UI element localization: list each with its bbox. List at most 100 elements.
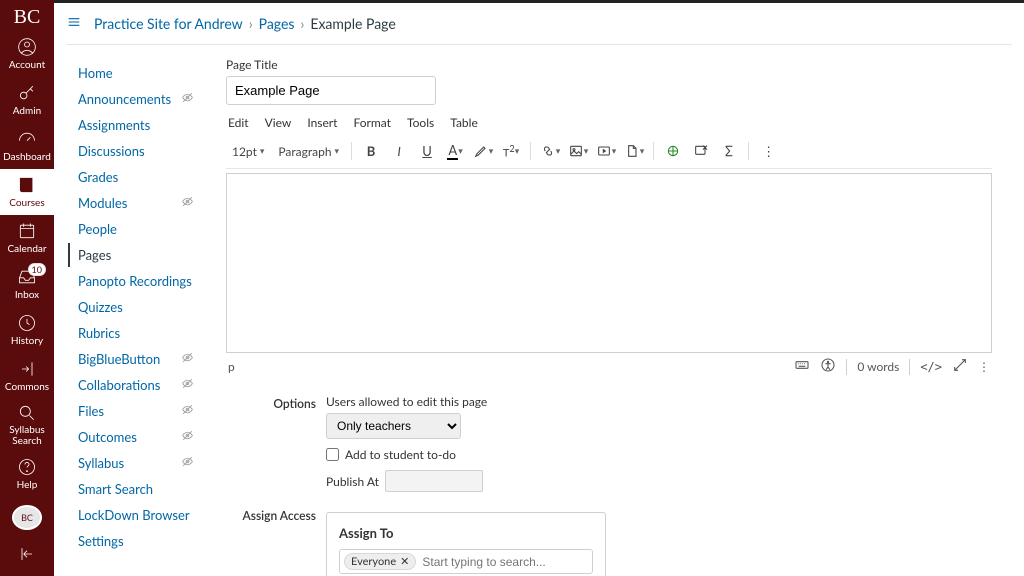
rce-menu-format[interactable]: Format bbox=[353, 115, 391, 130]
accessibility-icon bbox=[820, 357, 836, 373]
hidden-icon bbox=[181, 195, 194, 211]
gnav-syllabus-search[interactable]: Syllabus Search bbox=[0, 399, 54, 451]
course-nav-label: Syllabus bbox=[78, 455, 124, 471]
options-section: Options Users allowed to edit this page … bbox=[226, 394, 992, 492]
italic-button[interactable]: I bbox=[388, 140, 410, 162]
course-nav-discussions[interactable]: Discussions bbox=[68, 139, 200, 163]
course-nav-assignments[interactable]: Assignments bbox=[68, 113, 200, 137]
gauge-icon bbox=[17, 129, 37, 149]
highlight-color-button[interactable]: ▾ bbox=[472, 140, 494, 162]
user-avatar[interactable]: BC bbox=[12, 505, 42, 530]
link-button[interactable]: ▾ bbox=[539, 140, 561, 162]
rce-menu-view[interactable]: View bbox=[265, 115, 292, 130]
course-nav-pages[interactable]: Pages bbox=[68, 243, 200, 267]
font-size-select[interactable]: 12pt▾ bbox=[228, 142, 268, 161]
course-nav-toggle[interactable] bbox=[66, 14, 82, 33]
document-button[interactable]: ▾ bbox=[623, 140, 645, 162]
course-nav-label: Assignments bbox=[78, 117, 150, 133]
course-nav-label: Settings bbox=[78, 533, 124, 549]
course-nav-files[interactable]: Files bbox=[68, 399, 200, 423]
add-to-todo-checkbox[interactable] bbox=[326, 448, 339, 461]
course-nav-syllabus[interactable]: Syllabus bbox=[68, 451, 200, 475]
course-nav-outcomes[interactable]: Outcomes bbox=[68, 425, 200, 449]
course-nav-label: Outcomes bbox=[78, 429, 137, 445]
crumb-section[interactable]: Pages bbox=[259, 15, 295, 32]
course-nav-people[interactable]: People bbox=[68, 217, 200, 241]
rce-menu-table[interactable]: Table bbox=[450, 115, 478, 130]
assign-card: Assign To Everyone ✕ bbox=[326, 512, 606, 576]
course-nav-label: People bbox=[78, 221, 117, 237]
media-button[interactable]: ▾ bbox=[595, 140, 617, 162]
bold-button[interactable]: B bbox=[360, 140, 382, 162]
assign-to-input[interactable] bbox=[422, 555, 588, 569]
course-nav-home[interactable]: Home bbox=[68, 61, 200, 85]
html-view-button[interactable]: </> bbox=[920, 360, 942, 374]
calendar-icon bbox=[17, 221, 37, 241]
hidden-icon bbox=[181, 377, 194, 393]
superscript-button[interactable]: T2▾ bbox=[500, 140, 522, 162]
gnav-account[interactable]: Account bbox=[0, 31, 54, 77]
share-icon bbox=[17, 359, 37, 379]
hamburger-icon bbox=[66, 14, 82, 30]
course-nav-label: Smart Search bbox=[78, 481, 153, 497]
word-count[interactable]: 0 words bbox=[857, 359, 899, 374]
assign-to-field[interactable]: Everyone ✕ bbox=[339, 549, 593, 574]
course-nav-bigbluebutton[interactable]: BigBlueButton bbox=[68, 347, 200, 371]
course-nav-panopto-recordings[interactable]: Panopto Recordings bbox=[68, 269, 200, 293]
edit-permissions-select[interactable]: Only teachers bbox=[326, 413, 461, 439]
gnav-admin[interactable]: Admin bbox=[0, 77, 54, 123]
course-nav-smart-search[interactable]: Smart Search bbox=[68, 477, 200, 501]
link-icon bbox=[540, 143, 556, 159]
gnav-collapse[interactable] bbox=[0, 538, 54, 576]
apps-button[interactable] bbox=[662, 140, 684, 162]
fullscreen-button[interactable] bbox=[952, 357, 968, 376]
hidden-icon bbox=[181, 403, 194, 419]
course-nav-collaborations[interactable]: Collaborations bbox=[68, 373, 200, 397]
crumb-course[interactable]: Practice Site for Andrew bbox=[94, 15, 243, 32]
gnav-label: Courses bbox=[9, 197, 44, 209]
image-button[interactable]: ▾ bbox=[567, 140, 589, 162]
page-title-input[interactable] bbox=[226, 76, 436, 105]
course-nav-label: Pages bbox=[78, 247, 111, 263]
gnav-history[interactable]: History bbox=[0, 307, 54, 353]
publish-at-input[interactable] bbox=[385, 470, 483, 492]
course-nav-label: Quizzes bbox=[78, 299, 123, 315]
course-nav-grades[interactable]: Grades bbox=[68, 165, 200, 189]
remove-image-button[interactable] bbox=[690, 140, 712, 162]
add-to-todo-row[interactable]: Add to student to-do bbox=[326, 447, 992, 462]
gnav-help[interactable]: Help bbox=[0, 451, 54, 497]
a11y-button[interactable] bbox=[820, 357, 836, 376]
course-nav-rubrics[interactable]: Rubrics bbox=[68, 321, 200, 345]
gnav-inbox[interactable]: 10 Inbox bbox=[0, 261, 54, 307]
course-nav-lockdown-browser[interactable]: LockDown Browser bbox=[68, 503, 200, 527]
rce-menu-edit[interactable]: Edit bbox=[228, 115, 249, 130]
element-path[interactable]: p bbox=[228, 359, 235, 374]
course-nav-announcements[interactable]: Announcements bbox=[68, 87, 200, 111]
block-format-select[interactable]: Paragraph▾ bbox=[274, 142, 343, 161]
gnav-courses[interactable]: Courses bbox=[0, 169, 54, 215]
text-color-button[interactable]: A▾ bbox=[444, 140, 466, 162]
toolbar-overflow-button[interactable]: ⋮ bbox=[757, 140, 779, 162]
assign-access-section: Assign Access Assign To Everyone ✕ bbox=[226, 506, 992, 576]
brand-logo[interactable]: BC bbox=[0, 3, 54, 31]
book-icon bbox=[17, 175, 37, 195]
gnav-label: Admin bbox=[13, 105, 41, 117]
course-nav-modules[interactable]: Modules bbox=[68, 191, 200, 215]
course-nav-quizzes[interactable]: Quizzes bbox=[68, 295, 200, 319]
rce-toolbar: 12pt▾ Paragraph▾ B I U A▾ ▾ T2▾ ▾ ▾ ▾ ▾ … bbox=[226, 136, 992, 169]
rce-menu-tools[interactable]: Tools bbox=[407, 115, 434, 130]
underline-button[interactable]: U bbox=[416, 140, 438, 162]
sigma-icon bbox=[721, 143, 737, 159]
breadcrumb-row: Practice Site for Andrew › Pages › Examp… bbox=[66, 3, 1012, 45]
gnav-calendar[interactable]: Calendar bbox=[0, 215, 54, 261]
editor-body[interactable] bbox=[226, 173, 992, 353]
gnav-dashboard[interactable]: Dashboard bbox=[0, 123, 54, 169]
rce-menu-insert[interactable]: Insert bbox=[307, 115, 337, 130]
statusbar-overflow-button[interactable]: ⋮ bbox=[978, 359, 990, 374]
course-nav-settings[interactable]: Settings bbox=[68, 529, 200, 553]
pill-remove-icon[interactable]: ✕ bbox=[400, 555, 409, 568]
assignee-pill[interactable]: Everyone ✕ bbox=[344, 553, 416, 570]
equation-button[interactable] bbox=[718, 140, 740, 162]
gnav-commons[interactable]: Commons bbox=[0, 353, 54, 399]
keyboard-shortcuts-button[interactable] bbox=[794, 357, 810, 376]
